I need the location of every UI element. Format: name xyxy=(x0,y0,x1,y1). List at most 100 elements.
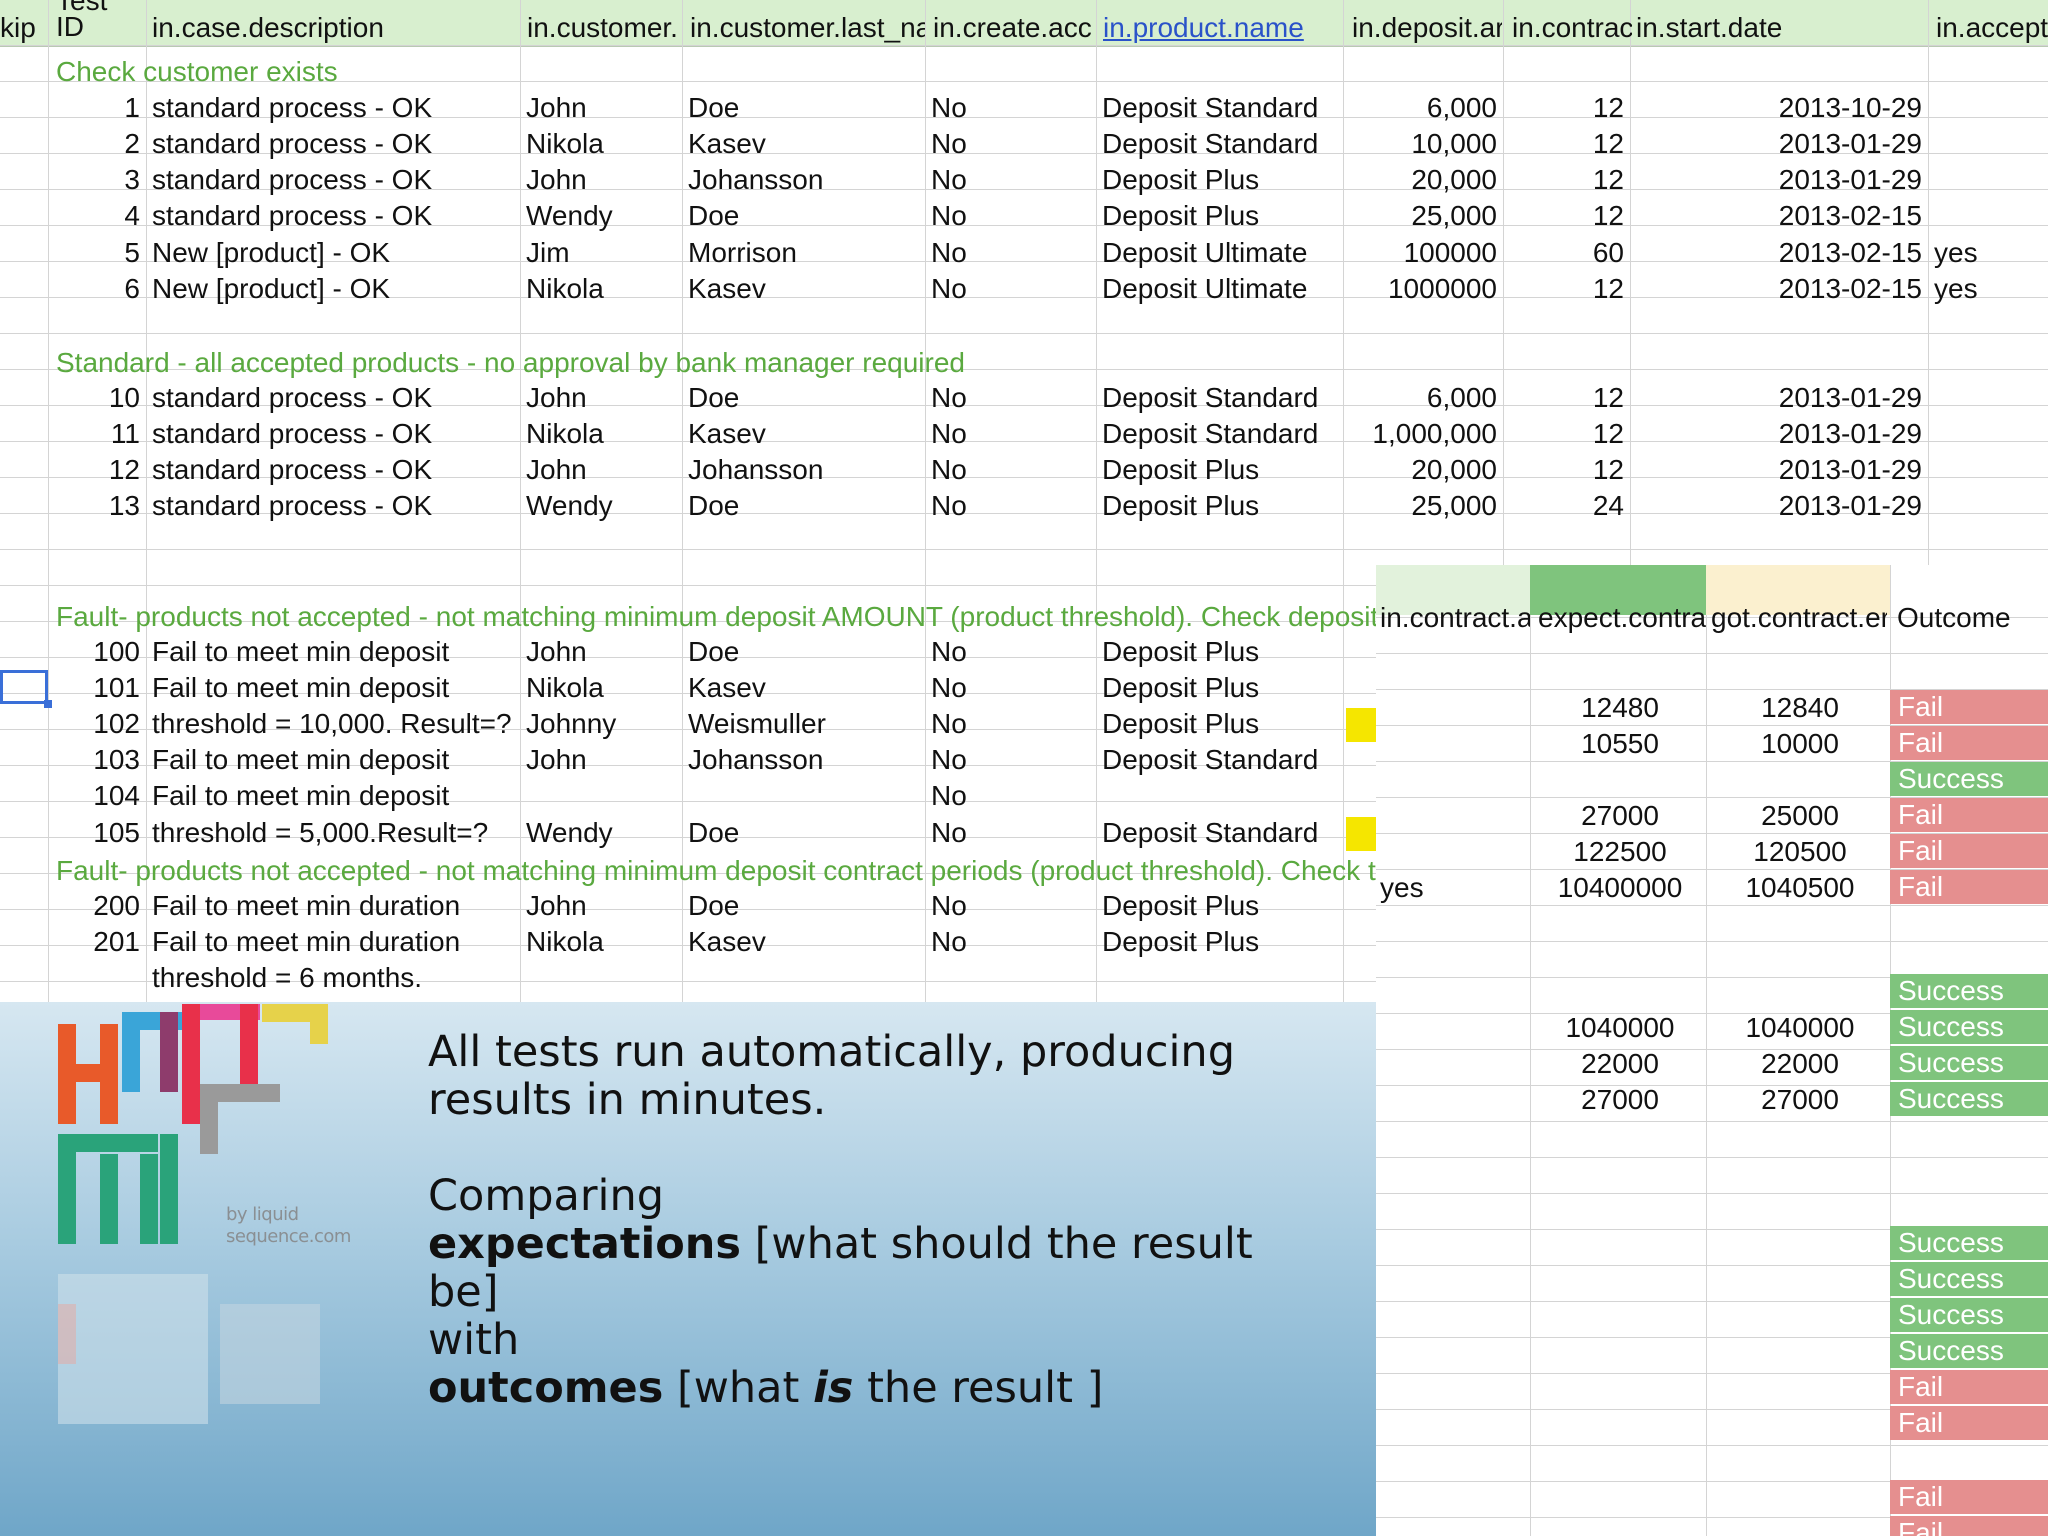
cell-product[interactable]: Deposit Plus xyxy=(1102,888,1337,924)
cell-id[interactable]: 5 xyxy=(54,235,140,271)
cell-start[interactable]: 2013-01-29 xyxy=(1636,162,1922,198)
cell-first[interactable]: Nikola xyxy=(526,924,676,960)
cell-id[interactable]: 100 xyxy=(54,634,140,670)
outcome-badge[interactable]: Success xyxy=(1890,1262,2048,1296)
cell-create[interactable]: No xyxy=(931,126,1090,162)
results-cell-expect[interactable]: 27000 xyxy=(1534,798,1706,834)
header-start-date[interactable]: in.start.date xyxy=(1636,10,1926,46)
header-case-description[interactable]: in.case.description xyxy=(152,10,518,46)
cell-deposit[interactable]: 20,000 xyxy=(1349,162,1497,198)
cell-create[interactable]: No xyxy=(931,706,1090,742)
cell-contract[interactable]: 12 xyxy=(1509,416,1624,452)
cell-start[interactable]: 2013-02-15 xyxy=(1636,235,1922,271)
results-cell-got[interactable]: 12840 xyxy=(1710,690,1890,726)
cell-start[interactable]: 2013-01-29 xyxy=(1636,416,1922,452)
cell-create[interactable]: No xyxy=(931,634,1090,670)
header-skip[interactable]: kip xyxy=(0,10,46,46)
outcome-badge[interactable]: Success xyxy=(1890,762,2048,796)
cell-accept[interactable]: yes xyxy=(1934,271,2042,307)
cell-desc[interactable]: Fail to meet min duration xyxy=(152,888,514,924)
cell-id[interactable]: 103 xyxy=(54,742,140,778)
cell-deposit[interactable]: 10,000 xyxy=(1349,126,1497,162)
cell-contract[interactable]: 12 xyxy=(1509,198,1624,234)
cell-contract[interactable]: 60 xyxy=(1509,235,1624,271)
outcome-badge[interactable]: Fail xyxy=(1890,1370,2048,1404)
outcome-badge[interactable]: Fail xyxy=(1890,870,2048,904)
header-accept[interactable]: in.accept xyxy=(1936,10,2048,46)
cell-create[interactable]: No xyxy=(931,742,1090,778)
cell-desc[interactable]: threshold = 6 months. xyxy=(152,960,514,996)
cell-deposit[interactable]: 20,000 xyxy=(1349,452,1497,488)
cell-first[interactable]: John xyxy=(526,452,676,488)
results-cell-got[interactable]: 1040000 xyxy=(1710,1010,1890,1046)
highlight-cell-102[interactable] xyxy=(1346,708,1376,742)
header-customer-last-name[interactable]: in.customer.last_na xyxy=(690,10,925,46)
results-cell-got[interactable]: 120500 xyxy=(1710,834,1890,870)
outcome-badge[interactable]: Success xyxy=(1890,1010,2048,1044)
cell-first[interactable]: John xyxy=(526,90,676,126)
cell-deposit[interactable]: 1,000,000 xyxy=(1349,416,1497,452)
cell-start[interactable]: 2013-01-29 xyxy=(1636,452,1922,488)
cell-create[interactable]: No xyxy=(931,198,1090,234)
cell-id[interactable]: 105 xyxy=(54,815,140,851)
cell-desc[interactable]: New [product] - OK xyxy=(152,235,514,271)
outcome-badge[interactable]: Success xyxy=(1890,1298,2048,1332)
cell-first[interactable]: Wendy xyxy=(526,198,676,234)
cell-product[interactable]: Deposit Standard xyxy=(1102,126,1337,162)
outcome-badge[interactable]: Fail xyxy=(1890,798,2048,832)
cell-contract[interactable]: 12 xyxy=(1509,162,1624,198)
results-cell-got[interactable]: 22000 xyxy=(1710,1046,1890,1082)
outcome-badge[interactable]: Fail xyxy=(1890,1516,2048,1536)
cell-start[interactable]: 2013-01-29 xyxy=(1636,380,1922,416)
cell-last[interactable]: Kasev xyxy=(688,271,919,307)
cell-first[interactable]: Nikola xyxy=(526,126,676,162)
cell-last[interactable]: Doe xyxy=(688,488,919,524)
cell-desc[interactable]: standard process - OK xyxy=(152,452,514,488)
cell-first[interactable]: Wendy xyxy=(526,488,676,524)
cell-desc[interactable]: threshold = 10,000. Result=? xyxy=(152,706,514,742)
cell-create[interactable]: No xyxy=(931,815,1090,851)
outcome-badge[interactable]: Fail xyxy=(1890,1480,2048,1514)
cell-product[interactable]: Deposit Ultimate xyxy=(1102,271,1337,307)
cell-last[interactable]: Doe xyxy=(688,634,919,670)
cell-first[interactable]: John xyxy=(526,162,676,198)
cell-desc[interactable]: standard process - OK xyxy=(152,162,514,198)
cell-create[interactable]: No xyxy=(931,380,1090,416)
cell-deposit[interactable]: 25,000 xyxy=(1349,198,1497,234)
cell-id[interactable]: 102 xyxy=(54,706,140,742)
cell-last[interactable]: Kasev xyxy=(688,416,919,452)
cell-first[interactable]: John xyxy=(526,380,676,416)
cell-product[interactable]: Deposit Plus xyxy=(1102,452,1337,488)
cell-create[interactable]: No xyxy=(931,452,1090,488)
cell-last[interactable]: Doe xyxy=(688,90,919,126)
cell-contract[interactable]: 12 xyxy=(1509,452,1624,488)
cell-product[interactable]: Deposit Plus xyxy=(1102,162,1337,198)
cell-product[interactable]: Deposit Plus xyxy=(1102,670,1337,706)
cell-last[interactable]: Johansson xyxy=(688,742,919,778)
header-product-name[interactable]: in.product.name xyxy=(1103,10,1343,46)
cell-id[interactable]: 104 xyxy=(54,778,140,814)
cell-last[interactable]: Kasev xyxy=(688,924,919,960)
results-cell-expect[interactable]: 10400000 xyxy=(1534,870,1706,906)
results-header-outcome[interactable]: Outcome xyxy=(1897,600,2047,636)
results-cell-expect[interactable]: 122500 xyxy=(1534,834,1706,870)
cell-id[interactable]: 6 xyxy=(54,271,140,307)
cell-first[interactable]: Nikola xyxy=(526,416,676,452)
cell-create[interactable]: No xyxy=(931,888,1090,924)
cell-create[interactable]: No xyxy=(931,416,1090,452)
cell-create[interactable]: No xyxy=(931,488,1090,524)
cell-start[interactable]: 2013-02-15 xyxy=(1636,271,1922,307)
results-cell-expect[interactable]: 22000 xyxy=(1534,1046,1706,1082)
cell-contract[interactable]: 24 xyxy=(1509,488,1624,524)
cell-create[interactable]: No xyxy=(931,235,1090,271)
results-cell-got[interactable]: 25000 xyxy=(1710,798,1890,834)
cell-desc[interactable]: Fail to meet min deposit xyxy=(152,778,514,814)
outcome-badge[interactable]: Success xyxy=(1890,1082,2048,1116)
cell-create[interactable]: No xyxy=(931,162,1090,198)
cell-product[interactable]: Deposit Standard xyxy=(1102,416,1337,452)
cell-accept[interactable]: yes xyxy=(1934,235,2042,271)
cell-create[interactable]: No xyxy=(931,670,1090,706)
cell-last[interactable]: Doe xyxy=(688,888,919,924)
cell-product[interactable]: Deposit Ultimate xyxy=(1102,235,1337,271)
cell-id[interactable]: 101 xyxy=(54,670,140,706)
